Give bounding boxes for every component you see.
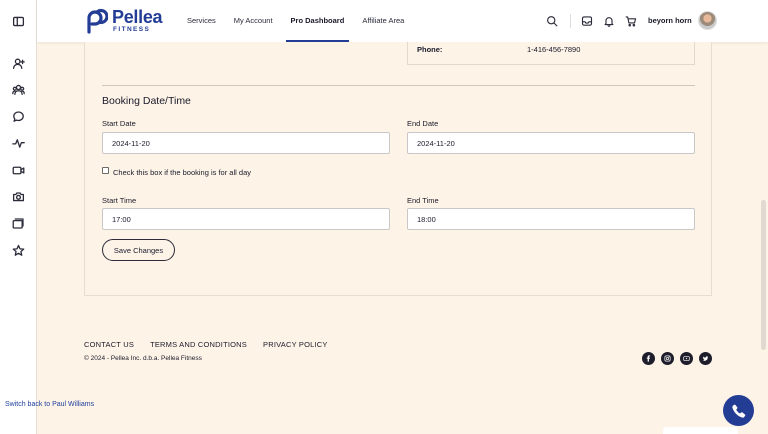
end-date-label: End Date xyxy=(407,119,439,128)
left-icon-rail xyxy=(0,0,37,434)
facebook-icon[interactable] xyxy=(642,352,655,365)
pellea-logo-mark-icon xyxy=(87,8,108,34)
social-links xyxy=(642,352,718,365)
booking-section-title: Booking Date/Time xyxy=(102,95,191,107)
all-day-checkbox[interactable] xyxy=(102,167,109,174)
footer-links: CONTACT US TERMS AND CONDITIONS PRIVACY … xyxy=(84,340,344,349)
bell-icon[interactable] xyxy=(603,15,615,27)
all-day-label: Check this box if the booking is for all… xyxy=(113,168,251,177)
main-nav: Services My Account Pro Dashboard Affili… xyxy=(187,0,422,42)
logo-name: Pellea xyxy=(112,7,163,28)
nav-affiliate-area[interactable]: Affiliate Area xyxy=(362,0,404,42)
star-icon[interactable] xyxy=(11,243,25,257)
footer-link-contact-us[interactable]: CONTACT US xyxy=(84,340,134,349)
sidebar-toggle-icon[interactable] xyxy=(11,14,25,28)
twitter-icon[interactable] xyxy=(699,352,712,365)
chat-widget-tab[interactable] xyxy=(663,427,738,434)
gallery-icon[interactable] xyxy=(11,216,25,230)
search-icon[interactable] xyxy=(546,15,558,27)
users-icon[interactable] xyxy=(11,82,25,96)
footer-link-privacy[interactable]: PRIVACY POLICY xyxy=(263,340,328,349)
section-divider xyxy=(102,85,695,86)
logo-subtitle: FITNESS xyxy=(113,26,151,34)
save-changes-button[interactable]: Save Changes xyxy=(102,239,175,261)
header-icons xyxy=(546,14,647,28)
user-name: beyorn horn xyxy=(648,16,692,25)
phone-icon xyxy=(731,404,745,418)
user-menu[interactable]: beyorn horn xyxy=(648,11,717,30)
instagram-icon[interactable] xyxy=(661,352,674,365)
start-date-field[interactable] xyxy=(102,132,390,154)
start-time-field[interactable] xyxy=(102,208,390,230)
chat-icon[interactable] xyxy=(11,109,25,123)
contact-info-box: Phone: 1-416-456-7890 xyxy=(407,42,695,65)
top-header: Pellea FITNESS Services My Account Pro D… xyxy=(37,0,768,42)
phone-label: Phone: xyxy=(417,45,443,54)
nav-my-account[interactable]: My Account xyxy=(234,0,273,42)
switch-back-link[interactable]: Switch back to Paul Williams xyxy=(5,401,94,408)
start-time-label: Start Time xyxy=(102,196,137,205)
nav-services[interactable]: Services xyxy=(187,0,216,42)
cart-icon[interactable] xyxy=(625,15,637,27)
avatar[interactable] xyxy=(697,11,717,30)
phone-value: 1-416-456-7890 xyxy=(527,45,581,54)
start-date-label: Start Date xyxy=(102,119,136,128)
booking-panel: Phone: 1-416-456-7890 Booking Date/Time … xyxy=(84,42,712,296)
activity-icon[interactable] xyxy=(11,136,25,150)
pellea-logo[interactable]: Pellea FITNESS xyxy=(84,7,163,34)
end-date-field[interactable] xyxy=(407,132,695,154)
page-scrollbar[interactable] xyxy=(761,200,766,350)
inbox-icon[interactable] xyxy=(581,15,593,27)
copyright-text: © 2024 - Pellea Inc. d.b.a. Pellea Fitne… xyxy=(84,355,202,362)
camera-icon[interactable] xyxy=(11,189,25,203)
end-time-field[interactable] xyxy=(407,208,695,230)
user-add-icon[interactable] xyxy=(11,56,25,70)
header-divider xyxy=(570,14,571,28)
footer-link-terms[interactable]: TERMS AND CONDITIONS xyxy=(150,340,247,349)
call-button[interactable] xyxy=(723,395,754,426)
video-icon[interactable] xyxy=(11,163,25,177)
end-time-label: End Time xyxy=(407,196,439,205)
nav-pro-dashboard[interactable]: Pro Dashboard xyxy=(285,0,350,42)
youtube-icon[interactable] xyxy=(680,352,693,365)
